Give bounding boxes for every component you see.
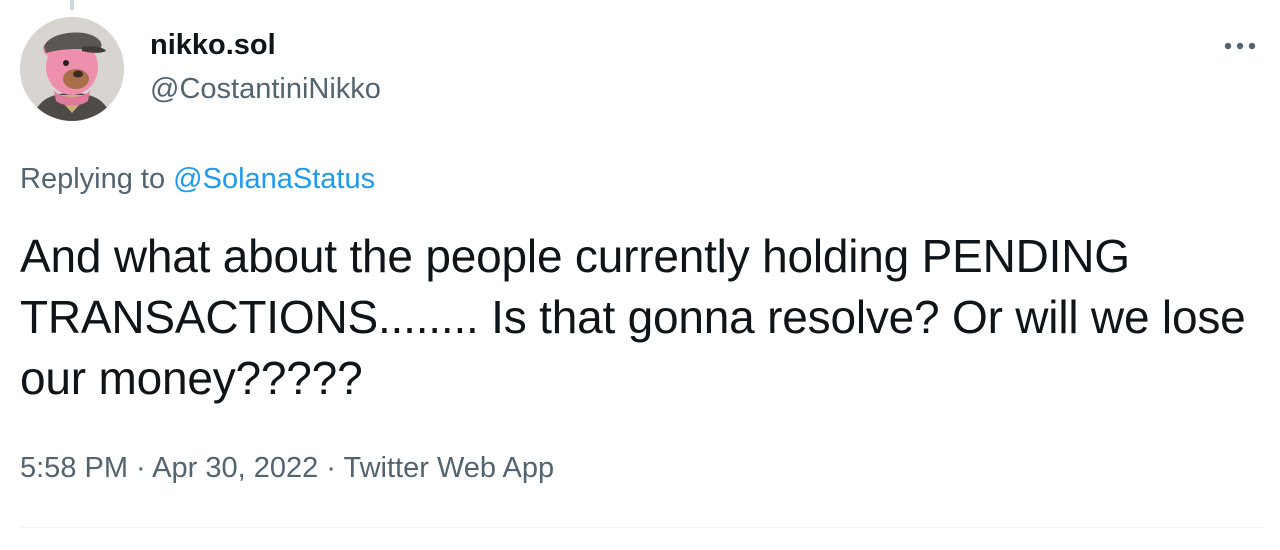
tweet-source-link[interactable]: Twitter Web App [344,452,555,484]
divider [20,527,1264,528]
avatar[interactable] [20,17,124,121]
author-display-name[interactable]: nikko.sol [150,28,276,62]
tweet-date-link[interactable]: Apr 30, 2022 [152,452,318,484]
tweet-time-link[interactable]: 5:58 PM [20,452,128,484]
tweet-metadata: 5:58 PM · Apr 30, 2022 · Twitter Web App [20,450,554,486]
bear-avatar-icon [20,17,124,121]
replying-to-line: Replying to @SolanaStatus [20,161,375,197]
more-options-button[interactable] [1218,28,1262,64]
tweet-card: nikko.sol @CostantiniNikko Replying to @… [0,0,1280,550]
replying-to-label: Replying to [20,163,174,195]
tweet-text: And what about the people currently hold… [20,230,1246,404]
author-handle[interactable]: @CostantiniNikko [150,72,381,106]
thread-connector-line [70,0,74,10]
more-horizontal-icon [1224,42,1256,50]
meta-separator: · [128,452,153,484]
meta-separator: · [318,452,344,484]
reply-mention-link[interactable]: @SolanaStatus [173,163,375,195]
